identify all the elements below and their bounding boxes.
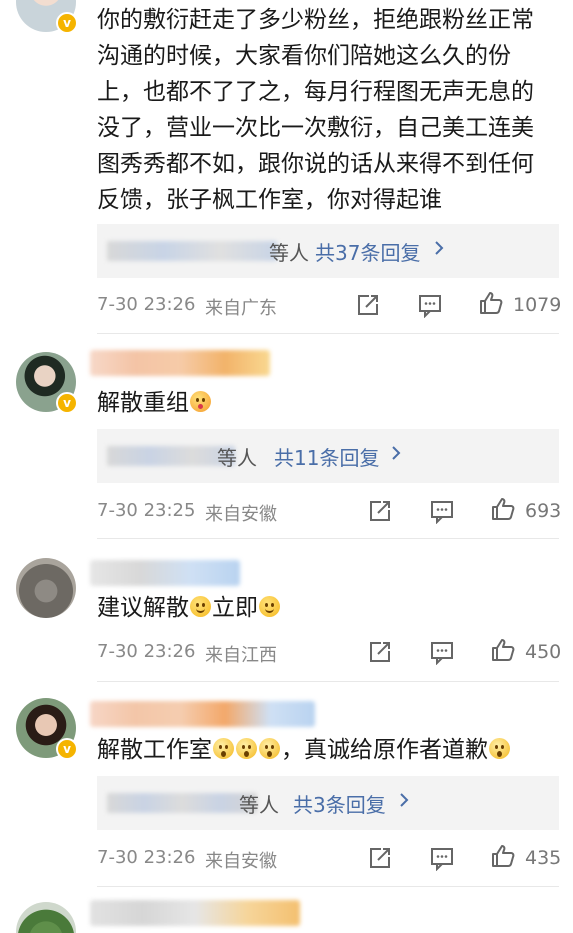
- comment-icon[interactable]: [429, 639, 455, 665]
- reply-count-link[interactable]: 共11条回复: [274, 442, 379, 471]
- location: 来自江西: [205, 645, 277, 666]
- comment-text: 解散工作室 ，真诚给原作者道歉: [97, 732, 511, 768]
- chevron-right-icon: [392, 446, 401, 460]
- timestamp: 7-30 23:26: [97, 294, 196, 315]
- share-icon[interactable]: [367, 498, 393, 524]
- reply-users-suffix: 等人: [269, 241, 309, 265]
- avatar[interactable]: [16, 558, 76, 618]
- avatar[interactable]: v: [16, 352, 78, 414]
- comment-text-line: 沟通的时候，大家看你们陪她这么久的份: [97, 43, 511, 69]
- comment-item: v 你的敷衍赶走了多少粉丝，拒绝跟粉丝正常 沟通的时候，大家看你们陪她这么久的份…: [0, 0, 573, 335]
- avatar[interactable]: v: [16, 0, 78, 34]
- comment-icon[interactable]: [429, 498, 455, 524]
- chevron-right-icon: [400, 793, 409, 807]
- smile-emoji-icon: [259, 596, 280, 617]
- comment-text-line: 没了，营业一次比一次敷衍，自己美工连美: [97, 115, 534, 141]
- scream-emoji-icon: [489, 738, 510, 759]
- username-blurred[interactable]: [90, 900, 300, 926]
- comment-text-line: 你的敷衍赶走了多少粉丝，拒绝跟粉丝正常: [97, 7, 534, 33]
- username-blurred[interactable]: [90, 350, 270, 376]
- like-icon[interactable]: [490, 843, 516, 869]
- reply-users-suffix: 等人: [239, 793, 279, 817]
- divider: [97, 333, 559, 334]
- comment-text-line: 图秀秀都不如，跟你说的话从来得不到任何: [97, 151, 534, 177]
- reply-count-link[interactable]: 共37条回复: [315, 237, 420, 266]
- location: 来自广东: [205, 298, 277, 319]
- like-icon[interactable]: [478, 290, 504, 316]
- reply-preview[interactable]: 等人 共37条回复: [97, 224, 559, 278]
- scream-emoji-icon: [236, 738, 257, 759]
- username-blurred[interactable]: [90, 701, 315, 727]
- comment-text: 解散重组: [97, 385, 212, 421]
- reply-users-blurred: [107, 446, 235, 466]
- share-icon[interactable]: [367, 639, 393, 665]
- avatar[interactable]: v: [16, 698, 78, 760]
- reply-count-link[interactable]: 共3条回复: [293, 789, 386, 818]
- divider: [97, 886, 559, 887]
- like-count: 1079: [513, 294, 562, 316]
- comment-item: v 解散重组 等人 共11条回复 7-30 23:25 来自安徽 693: [0, 335, 573, 540]
- like-count: 450: [525, 641, 562, 663]
- share-icon[interactable]: [367, 845, 393, 871]
- comment-icon[interactable]: [429, 845, 455, 871]
- reply-preview[interactable]: 等人 共3条回复: [97, 776, 559, 830]
- chevron-right-icon: [435, 241, 444, 255]
- share-icon[interactable]: [355, 292, 381, 318]
- like-count: 435: [525, 847, 562, 869]
- divider: [97, 681, 559, 682]
- location: 来自安徽: [205, 851, 277, 872]
- smile-emoji-icon: [190, 596, 211, 617]
- avatar[interactable]: [16, 902, 76, 933]
- reply-users-suffix: 等人: [217, 446, 257, 470]
- comment-item: [0, 888, 573, 933]
- timestamp: 7-30 23:26: [97, 641, 196, 662]
- like-count: 693: [525, 500, 562, 522]
- reply-users-blurred: [107, 793, 257, 813]
- comment-icon[interactable]: [417, 292, 443, 318]
- divider: [97, 538, 559, 539]
- comment-text-line: 反馈，张子枫工作室，你对得起谁: [97, 187, 442, 213]
- location: 来自安徽: [205, 504, 277, 525]
- kiss-emoji-icon: [190, 391, 211, 412]
- comment-item: v 解散工作室 ，真诚给原作者道歉 等人 共3条回复 7-30 23:26 来自安…: [0, 683, 573, 888]
- reply-users-blurred: [107, 241, 277, 261]
- like-icon[interactable]: [490, 496, 516, 522]
- scream-emoji-icon: [213, 738, 234, 759]
- comment-item: 建议解散 立即 7-30 23:26 来自江西 450: [0, 540, 573, 683]
- verified-badge-icon: v: [56, 392, 78, 414]
- timestamp: 7-30 23:26: [97, 847, 196, 868]
- verified-badge-icon: v: [56, 738, 78, 760]
- comment-text: 建议解散 立即: [97, 590, 281, 626]
- reply-preview[interactable]: 等人 共11条回复: [97, 429, 559, 483]
- username-blurred[interactable]: [90, 560, 240, 586]
- comment-text-line: 上，也都不了了之，每月行程图无声无息的: [97, 79, 534, 105]
- verified-badge-icon: v: [56, 12, 78, 34]
- timestamp: 7-30 23:25: [97, 500, 196, 521]
- like-icon[interactable]: [490, 637, 516, 663]
- scream-emoji-icon: [259, 738, 280, 759]
